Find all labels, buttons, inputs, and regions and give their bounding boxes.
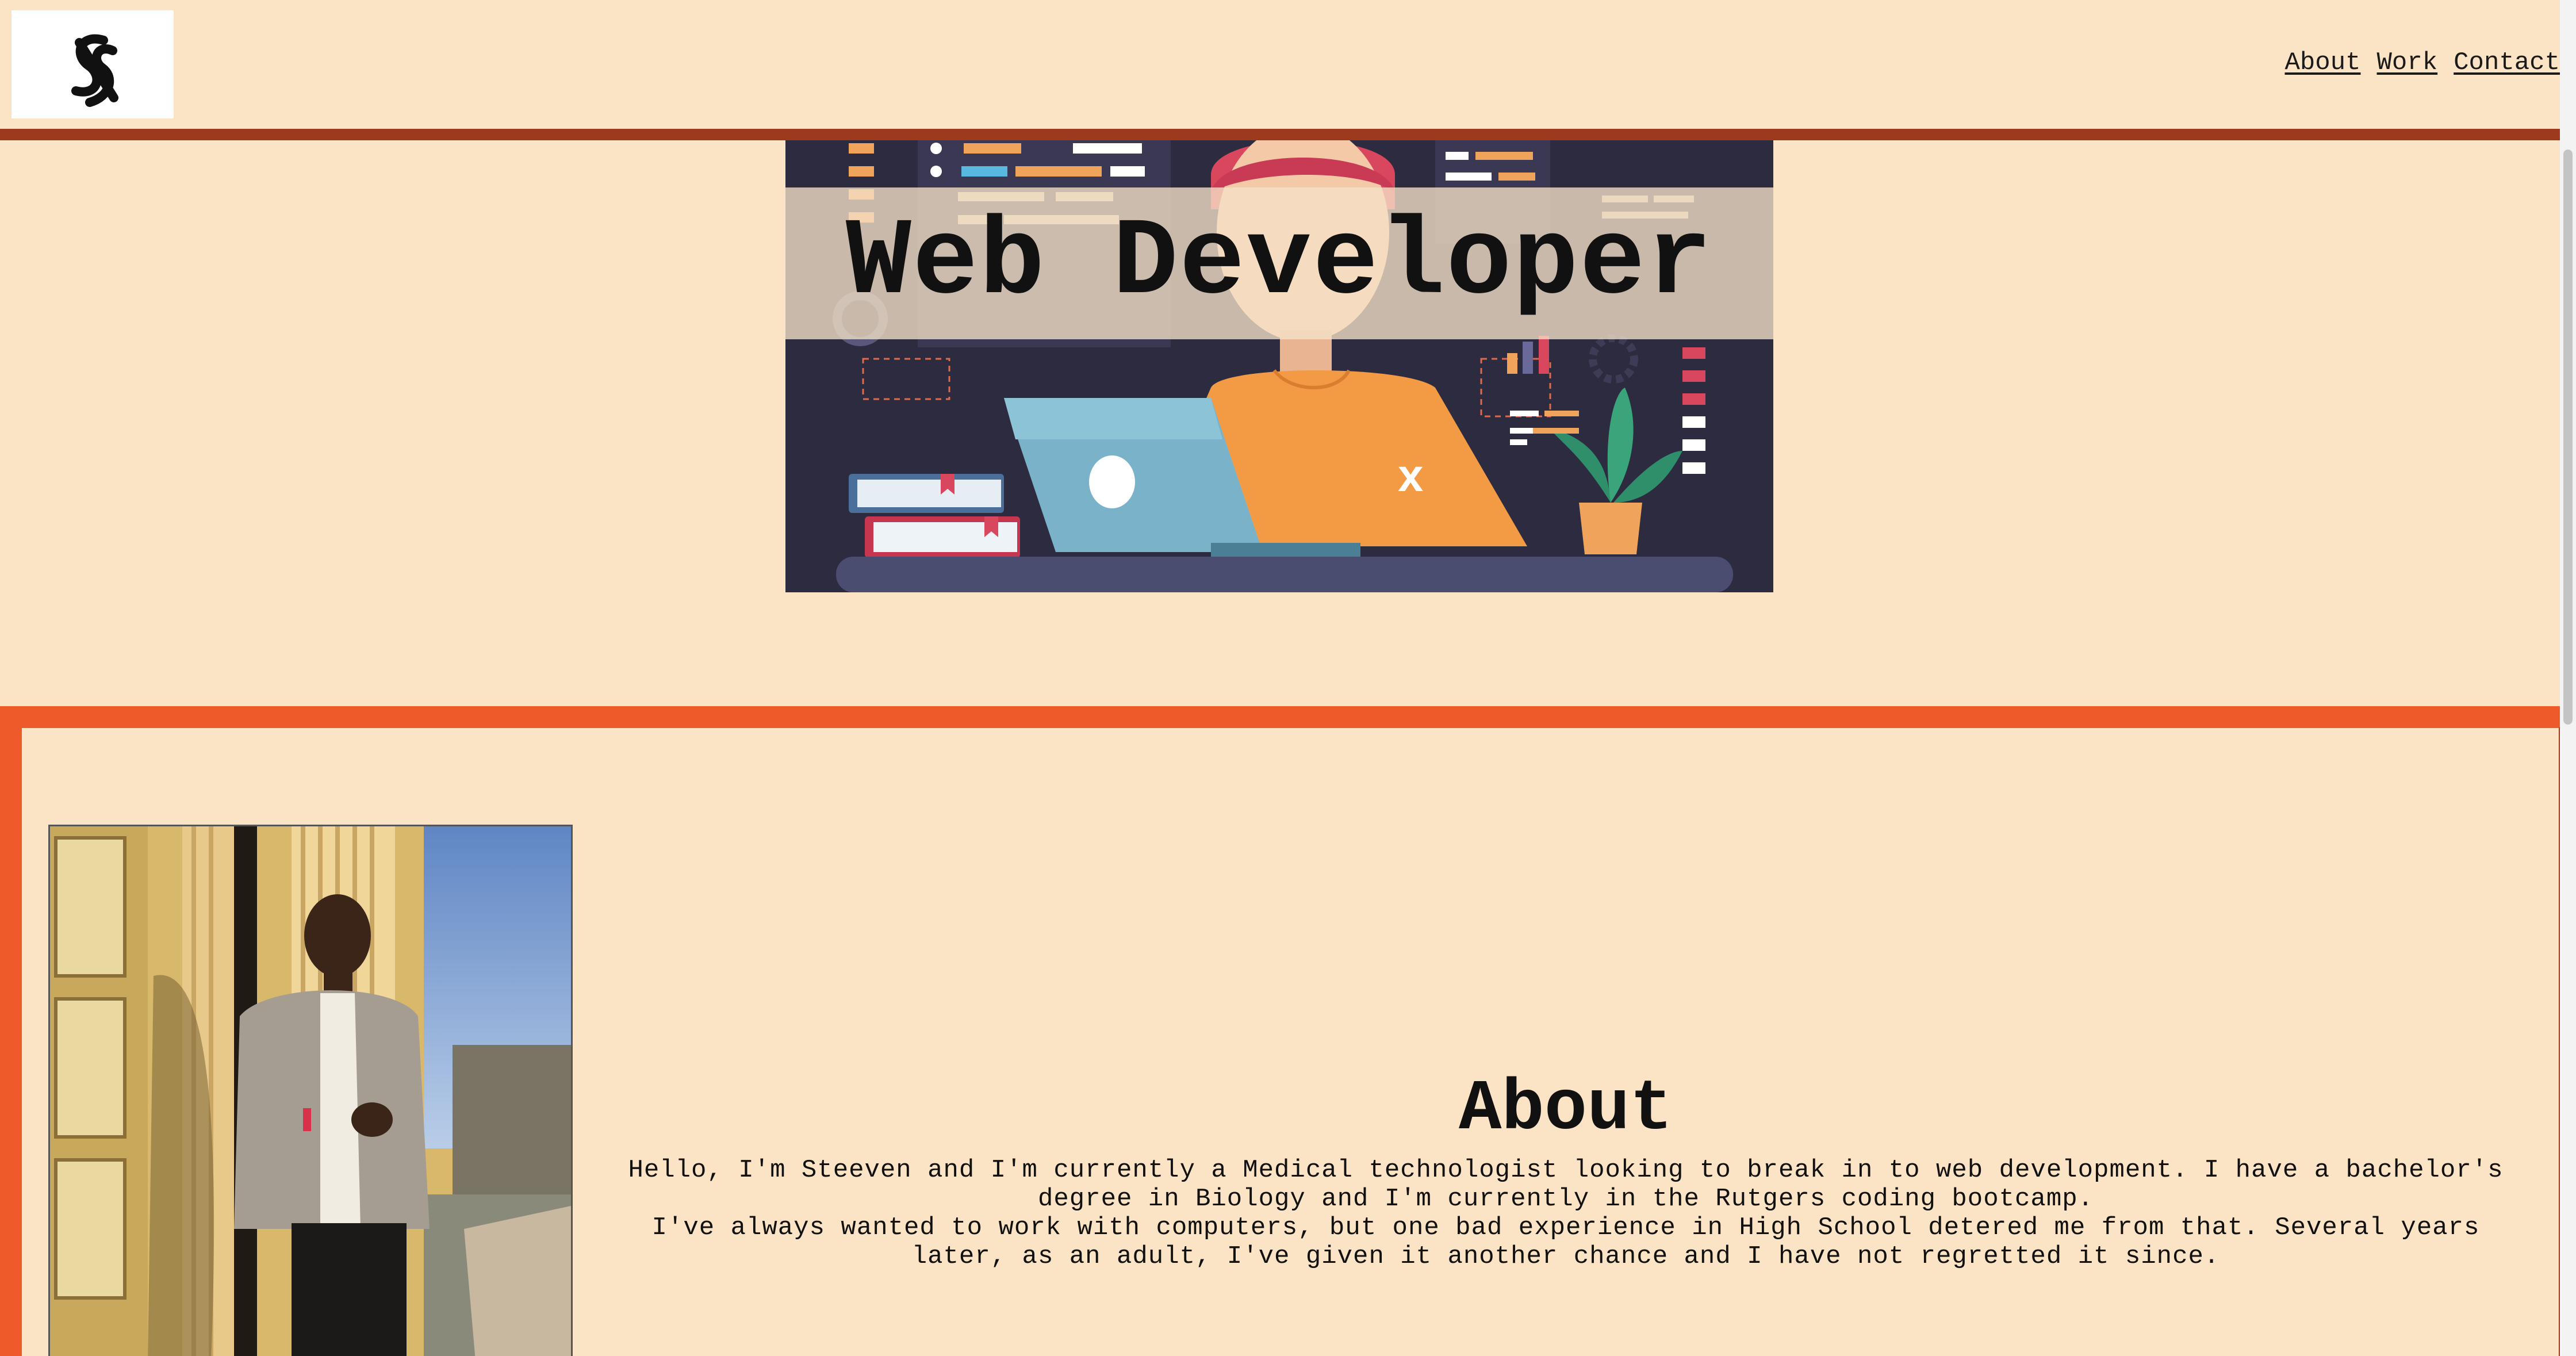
nav-contact-link[interactable]: Contact (2454, 48, 2560, 77)
page-scrollbar[interactable] (2560, 0, 2576, 1356)
main-nav: About Work Contact (2285, 48, 2560, 77)
hero-banner: x Web Developer (785, 140, 1773, 592)
logo-icon (71, 34, 118, 107)
hero-title: Web Developer (845, 201, 1713, 325)
svg-text:x: x (1398, 450, 1424, 501)
page: About Work Contact x Web Developer About… (0, 0, 2576, 1356)
logo[interactable] (12, 10, 174, 118)
nav-work-link[interactable]: Work (2377, 48, 2438, 77)
about-text: Hello, I'm Steeven and I'm currently a M… (608, 1156, 2523, 1271)
about-paragraph: I've always wanted to work with computer… (651, 1213, 2480, 1271)
nav-about-link[interactable]: About (2285, 48, 2361, 77)
scrollbar-thumb[interactable] (2563, 150, 2573, 725)
site-header: About Work Contact (0, 0, 2560, 140)
profile-photo-image (50, 826, 571, 1356)
profile-photo (48, 825, 573, 1356)
about-title: About (1458, 1070, 1673, 1150)
about-paragraph: Hello, I'm Steeven and I'm currently a M… (628, 1156, 2504, 1213)
